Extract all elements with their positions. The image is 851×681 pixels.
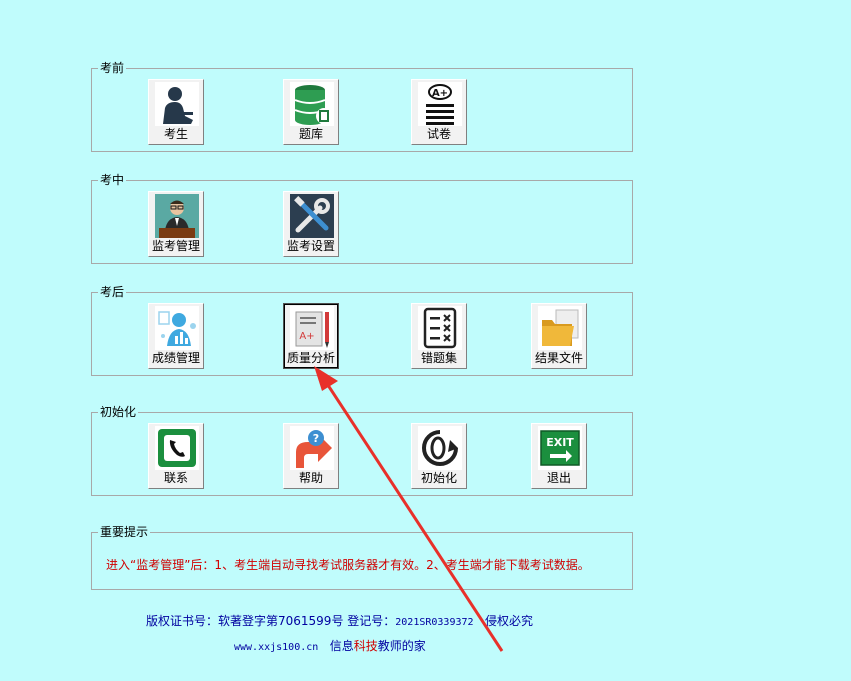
group-title-during-exam: 考中	[98, 172, 127, 188]
quality-analysis-icon: A+	[290, 306, 334, 350]
contact-button-label: 联系	[163, 471, 188, 485]
score-management-button-label: 成绩管理	[151, 351, 200, 365]
proctor-icon	[155, 194, 199, 238]
svg-text:?: ?	[313, 432, 319, 445]
exit-icon: EXIT	[538, 426, 582, 470]
wrong-questions-button-label: 错题集	[420, 351, 457, 365]
registration-number: 2021SR0339372	[395, 617, 474, 628]
reset-icon	[418, 426, 462, 470]
phone-icon	[155, 426, 199, 470]
group-title-before-exam: 考前	[98, 60, 127, 76]
svg-text:EXIT: EXIT	[546, 436, 574, 449]
help-icon: ?	[290, 426, 334, 470]
site-line: www.xxjs100.cn 信息科技教师的家	[234, 637, 426, 654]
exit-button-label: 退出	[546, 471, 571, 485]
quality-analysis-button[interactable]: A+ 质量分析	[283, 303, 339, 369]
proctor-settings-button-label: 监考设置	[286, 239, 335, 253]
copyright-label: 版权证书号：软著登字第7061599号 登记号：	[146, 614, 396, 628]
wrong-questions-button[interactable]: 错题集	[411, 303, 467, 369]
site-name-post: 教师的家	[377, 639, 426, 653]
proctor-management-button[interactable]: 监考管理	[148, 191, 204, 257]
copyright-line: 版权证书号：软著登字第7061599号 登记号：2021SR0339372 侵权…	[146, 612, 533, 629]
site-url-link[interactable]: www.xxjs100.cn	[234, 642, 318, 653]
database-icon	[290, 82, 334, 126]
svg-text:A+: A+	[299, 331, 314, 342]
contact-button[interactable]: 联系	[148, 423, 204, 489]
student-button-label: 考生	[163, 127, 188, 141]
site-name-mid: 科技	[353, 639, 378, 653]
initialize-button[interactable]: 初始化	[411, 423, 467, 489]
svg-text:A+: A+	[432, 88, 448, 99]
score-management-button[interactable]: 成绩管理	[148, 303, 204, 369]
group-title-important-notice: 重要提示	[98, 524, 151, 540]
student-icon	[155, 82, 199, 126]
question-bank-button[interactable]: 题库	[283, 79, 339, 145]
exam-paper-button[interactable]: A+ 试卷	[411, 79, 467, 145]
exit-button[interactable]: EXIT 退出	[531, 423, 587, 489]
question-bank-button-label: 题库	[298, 127, 323, 141]
tools-icon	[290, 194, 334, 238]
score-person-icon	[155, 306, 199, 350]
student-button[interactable]: 考生	[148, 79, 204, 145]
site-name-pre: 信息	[329, 639, 354, 653]
help-button[interactable]: ? 帮助	[283, 423, 339, 489]
proctor-settings-button[interactable]: 监考设置	[283, 191, 339, 257]
folder-icon	[538, 306, 582, 350]
initialize-button-label: 初始化	[420, 471, 457, 485]
proctor-management-button-label: 监考管理	[151, 239, 200, 253]
quality-analysis-button-label: 质量分析	[286, 351, 335, 365]
help-button-label: 帮助	[298, 471, 323, 485]
important-notice-text: 进入“监考管理”后：1、考生端自动寻找考试服务器才有效。2、考生端才能下载考试数…	[106, 558, 590, 572]
wrong-list-icon	[418, 306, 462, 350]
group-title-after-exam: 考后	[98, 284, 127, 300]
exam-paper-icon: A+	[418, 82, 462, 126]
result-files-button-label: 结果文件	[534, 351, 583, 365]
exam-paper-button-label: 试卷	[426, 127, 451, 141]
rights-reserved: 侵权必究	[485, 614, 534, 628]
result-files-button[interactable]: 结果文件	[531, 303, 587, 369]
group-title-initialize: 初始化	[98, 404, 139, 420]
